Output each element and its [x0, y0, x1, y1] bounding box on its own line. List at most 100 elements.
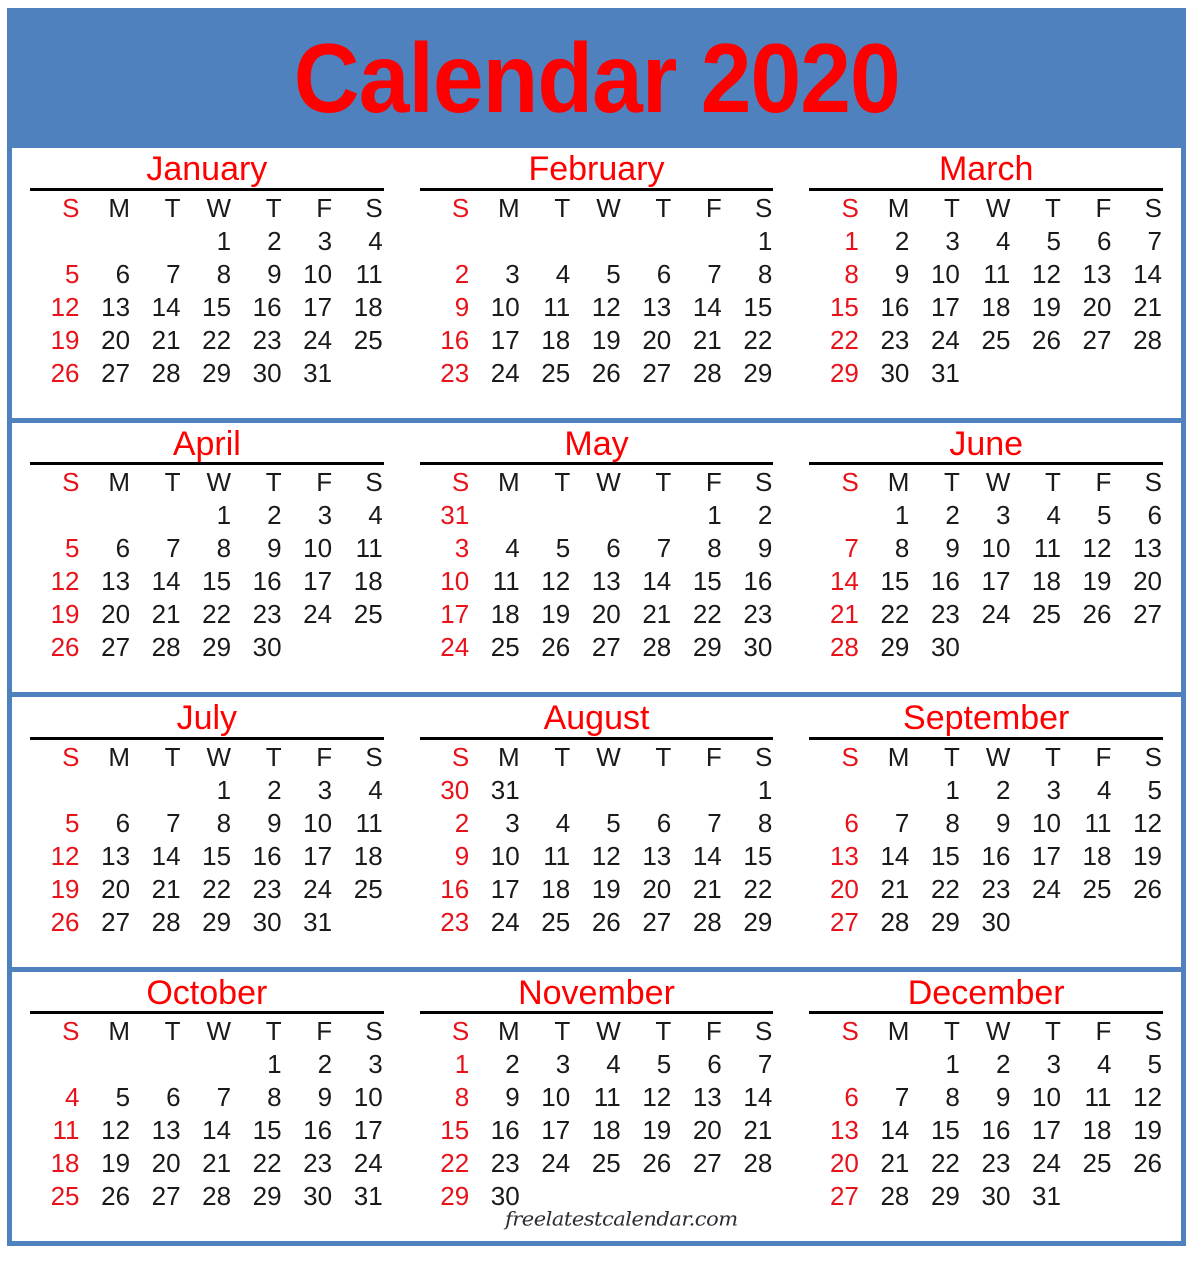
day-cell[interactable]: 16 — [470, 1114, 521, 1147]
day-cell[interactable]: 5 — [30, 258, 81, 291]
day-cell[interactable]: 4 — [333, 774, 384, 807]
day-cell[interactable]: 16 — [232, 565, 283, 598]
day-cell[interactable]: 4 — [571, 1048, 622, 1081]
day-cell[interactable]: 26 — [1011, 324, 1062, 357]
day-cell[interactable]: 28 — [860, 1180, 911, 1213]
day-cell[interactable]: 18 — [961, 291, 1012, 324]
day-cell[interactable]: 29 — [910, 906, 961, 939]
day-cell[interactable]: 7 — [809, 532, 860, 565]
day-cell[interactable]: 19 — [81, 1147, 132, 1180]
day-cell[interactable]: 16 — [283, 1114, 334, 1147]
day-cell[interactable]: 17 — [420, 598, 471, 631]
day-cell[interactable]: 11 — [521, 291, 572, 324]
day-cell[interactable]: 19 — [30, 598, 81, 631]
day-cell[interactable]: 6 — [809, 807, 860, 840]
day-cell[interactable]: 20 — [81, 598, 132, 631]
day-cell[interactable]: 13 — [81, 840, 132, 873]
day-cell[interactable]: 11 — [333, 532, 384, 565]
day-cell[interactable]: 24 — [420, 631, 471, 664]
day-cell[interactable]: 16 — [860, 291, 911, 324]
day-cell[interactable]: 18 — [333, 565, 384, 598]
day-cell[interactable]: 14 — [860, 1114, 911, 1147]
day-cell[interactable]: 24 — [333, 1147, 384, 1180]
day-cell[interactable]: 30 — [420, 774, 471, 807]
day-cell[interactable]: 12 — [1112, 1081, 1163, 1114]
day-cell[interactable]: 9 — [420, 291, 471, 324]
day-cell[interactable]: 15 — [420, 1114, 471, 1147]
day-cell[interactable]: 29 — [420, 1180, 471, 1213]
day-cell[interactable]: 27 — [622, 906, 673, 939]
day-cell[interactable]: 14 — [131, 565, 182, 598]
day-cell[interactable]: 25 — [333, 873, 384, 906]
day-cell[interactable]: 20 — [81, 324, 132, 357]
day-cell[interactable]: 11 — [333, 258, 384, 291]
day-cell[interactable]: 9 — [232, 258, 283, 291]
day-cell[interactable]: 21 — [131, 324, 182, 357]
day-cell[interactable]: 24 — [283, 324, 334, 357]
day-cell[interactable]: 5 — [622, 1048, 673, 1081]
day-cell[interactable]: 20 — [1062, 291, 1113, 324]
day-cell[interactable]: 4 — [333, 499, 384, 532]
day-cell[interactable]: 23 — [232, 873, 283, 906]
day-cell[interactable]: 5 — [30, 532, 81, 565]
day-cell[interactable]: 25 — [470, 631, 521, 664]
day-cell[interactable]: 27 — [1112, 598, 1163, 631]
day-cell[interactable]: 30 — [910, 631, 961, 664]
day-cell[interactable]: 18 — [571, 1114, 622, 1147]
day-cell[interactable]: 20 — [81, 873, 132, 906]
day-cell[interactable]: 10 — [910, 258, 961, 291]
day-cell[interactable]: 19 — [1112, 1114, 1163, 1147]
day-cell[interactable]: 16 — [232, 840, 283, 873]
day-cell[interactable]: 9 — [420, 840, 471, 873]
day-cell[interactable]: 7 — [672, 807, 723, 840]
day-cell[interactable]: 7 — [131, 807, 182, 840]
day-cell[interactable]: 22 — [910, 1147, 961, 1180]
day-cell[interactable]: 27 — [622, 357, 673, 390]
day-cell[interactable]: 8 — [809, 258, 860, 291]
day-cell[interactable]: 22 — [232, 1147, 283, 1180]
day-cell[interactable]: 4 — [1011, 499, 1062, 532]
day-cell[interactable]: 22 — [723, 324, 774, 357]
day-cell[interactable]: 12 — [1062, 532, 1113, 565]
day-cell[interactable]: 12 — [571, 291, 622, 324]
day-cell[interactable]: 5 — [1112, 1048, 1163, 1081]
day-cell[interactable]: 25 — [521, 357, 572, 390]
day-cell[interactable]: 18 — [1062, 1114, 1113, 1147]
day-cell[interactable]: 7 — [182, 1081, 233, 1114]
day-cell[interactable]: 25 — [521, 906, 572, 939]
day-cell[interactable]: 21 — [131, 873, 182, 906]
day-cell[interactable]: 13 — [622, 840, 673, 873]
day-cell[interactable]: 1 — [860, 499, 911, 532]
day-cell[interactable]: 1 — [723, 225, 774, 258]
day-cell[interactable]: 14 — [1112, 258, 1163, 291]
day-cell[interactable]: 18 — [1062, 840, 1113, 873]
day-cell[interactable]: 15 — [723, 840, 774, 873]
day-cell[interactable]: 3 — [521, 1048, 572, 1081]
day-cell[interactable]: 6 — [81, 807, 132, 840]
day-cell[interactable]: 1 — [910, 1048, 961, 1081]
day-cell[interactable]: 8 — [723, 258, 774, 291]
day-cell[interactable]: 13 — [809, 840, 860, 873]
day-cell[interactable]: 9 — [910, 532, 961, 565]
day-cell[interactable]: 29 — [182, 357, 233, 390]
day-cell[interactable]: 17 — [521, 1114, 572, 1147]
day-cell[interactable]: 7 — [131, 258, 182, 291]
day-cell[interactable]: 28 — [131, 631, 182, 664]
day-cell[interactable]: 27 — [1062, 324, 1113, 357]
day-cell[interactable]: 6 — [622, 258, 673, 291]
day-cell[interactable]: 13 — [622, 291, 673, 324]
day-cell[interactable]: 12 — [1011, 258, 1062, 291]
day-cell[interactable]: 15 — [809, 291, 860, 324]
day-cell[interactable]: 17 — [470, 324, 521, 357]
day-cell[interactable]: 22 — [182, 324, 233, 357]
day-cell[interactable]: 1 — [672, 499, 723, 532]
day-cell[interactable]: 15 — [672, 565, 723, 598]
day-cell[interactable]: 1 — [182, 774, 233, 807]
day-cell[interactable]: 28 — [860, 906, 911, 939]
day-cell[interactable]: 11 — [521, 840, 572, 873]
day-cell[interactable]: 27 — [81, 631, 132, 664]
day-cell[interactable]: 31 — [333, 1180, 384, 1213]
day-cell[interactable]: 29 — [182, 906, 233, 939]
day-cell[interactable]: 7 — [860, 807, 911, 840]
day-cell[interactable]: 30 — [961, 906, 1012, 939]
